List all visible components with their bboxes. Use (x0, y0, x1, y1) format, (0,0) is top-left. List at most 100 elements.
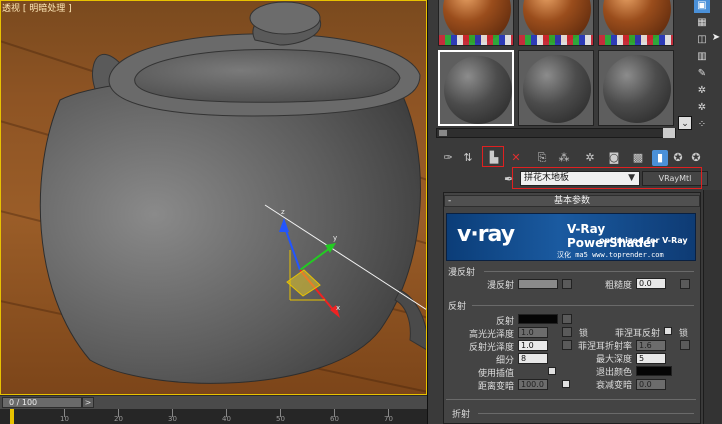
sample-slot-2[interactable] (518, 0, 594, 46)
uv-tiling-icon[interactable]: ▥ (694, 49, 710, 64)
diffuse-group-title: 漫反射 (448, 268, 476, 278)
refl-gloss-spinner[interactable]: 1.0 (518, 340, 548, 351)
banner-credit: 汉化 ma5 www.toprender.com (557, 251, 664, 259)
time-next-button[interactable]: > (82, 397, 94, 408)
sample-slot-1[interactable] (438, 0, 514, 46)
fresnel-ior-spinner[interactable]: 1.6 (636, 340, 666, 351)
sample-slot-6[interactable] (598, 50, 674, 126)
subdivs-spinner[interactable]: 8 (518, 353, 548, 364)
go-forward-sibling-icon[interactable]: ✪ (688, 150, 704, 166)
highlight-box (512, 167, 702, 189)
highlight-box (482, 146, 504, 167)
group-divider (484, 271, 694, 272)
reflect-map-button[interactable] (562, 314, 572, 324)
track-bar-ruler[interactable]: 10 20 30 40 50 60 70 (0, 409, 427, 424)
diffuse-map-button[interactable] (562, 279, 572, 289)
roughness-spinner[interactable]: 0.0 (636, 278, 666, 289)
video-check-icon[interactable]: ✎ (694, 66, 710, 81)
background-icon[interactable]: ◫ (694, 32, 710, 47)
go-to-parent-icon[interactable]: ✪ (670, 150, 686, 166)
teapot-model[interactable]: z y x (0, 0, 427, 395)
backlight-icon[interactable]: ▦ (694, 15, 710, 30)
put-to-scene-icon[interactable]: ⇅ (460, 150, 476, 166)
make-unique-icon[interactable]: ⁂ (556, 150, 572, 166)
svg-text:z: z (281, 208, 285, 216)
reflection-group-title: 反射 (448, 302, 467, 312)
hilight-gloss-spinner[interactable]: 1.0 (518, 327, 548, 338)
rollout-title: 基本参数 (553, 196, 590, 206)
dim-distance-label: 距离变暗 (477, 382, 514, 392)
sample-type-icon[interactable]: ▣ (694, 0, 710, 13)
use-interp-checkbox[interactable] (548, 367, 556, 375)
dim-distance-spinner[interactable]: 100.0 (518, 379, 548, 390)
time-slider-bar: 0 / 100 > (0, 395, 427, 409)
ruler-label: 20 (114, 415, 123, 423)
vray-banner: v·ray V-Ray PowerShader optimized for V-… (446, 213, 696, 261)
exit-color-swatch[interactable] (636, 366, 672, 376)
refl-gloss-value: 1.0 (521, 341, 534, 350)
sample-sphere (523, 55, 591, 123)
scroll-right-button[interactable] (663, 128, 675, 138)
roughness-map-button[interactable] (680, 279, 690, 289)
put-to-library-icon[interactable]: ✲ (582, 150, 598, 166)
dim-distance-checkbox[interactable] (562, 380, 570, 388)
dim-falloff-spinner[interactable]: 0.0 (636, 379, 666, 390)
dim-falloff-label: 衰减变暗 (595, 381, 632, 391)
select-by-material-icon[interactable]: ⁘ (694, 117, 710, 132)
roughness-label: 粗糙度 (604, 281, 632, 291)
get-material-icon[interactable]: ✑ (440, 150, 456, 166)
fresnel-ior-map-button[interactable] (680, 340, 690, 350)
ruler-label: 70 (384, 415, 393, 423)
refraction-group-title: 折射 (452, 410, 471, 420)
svg-text:y: y (333, 234, 337, 242)
group-divider (446, 399, 696, 400)
hilight-gloss-map-button[interactable] (562, 327, 572, 337)
chevron-down-icon[interactable]: ⌄ (678, 116, 692, 130)
sample-slot-5[interactable] (518, 50, 594, 126)
options-icon[interactable]: ✲ (694, 100, 710, 115)
scroll-thumb[interactable] (439, 130, 447, 136)
svg-text:x: x (336, 304, 340, 312)
ruler-label: 10 (60, 415, 69, 423)
roughness-value: 0.0 (639, 279, 652, 288)
use-interp-label: 使用插值 (477, 369, 514, 379)
show-end-result-icon[interactable]: ▮ (652, 150, 668, 166)
dim-distance-value: 100.0 (521, 380, 544, 389)
ruler-label: 60 (330, 415, 339, 423)
material-toolbar: ✑ ⇅ ▙ ✕ ⎘ ⁂ ✲ ◙ ▩ ▮ ✪ ✪ (436, 148, 701, 168)
ruler-label: 40 (222, 415, 231, 423)
reflect-color-swatch[interactable] (518, 314, 558, 324)
diffuse-color-swatch[interactable] (518, 279, 558, 289)
diffuse-label: 漫反射 (486, 281, 514, 291)
banner-subtitle: optimized for V-Ray (599, 236, 688, 245)
hilight-gloss-label: 高光光泽度 (468, 330, 514, 340)
sample-slot-3[interactable] (598, 0, 674, 46)
fresnel-ior-label: 菲涅耳折射率 (577, 342, 632, 352)
sample-sphere (444, 56, 512, 124)
subdivs-value: 8 (521, 354, 527, 363)
show-map-in-viewport-icon[interactable]: ▩ (630, 150, 646, 166)
frame-cursor[interactable] (10, 409, 14, 424)
subdivs-label: 细分 (495, 356, 514, 366)
vray-logo: v·ray (457, 222, 515, 247)
viewport-label[interactable]: 透视 [ 明暗处理 ] (2, 1, 72, 14)
fresnel-lock-label: 锁 (678, 329, 688, 339)
rollout-basic-params[interactable]: - 基本参数 (444, 195, 700, 207)
slots-scrollbar[interactable] (436, 128, 676, 138)
refl-gloss-label: 反射光泽度 (468, 343, 514, 353)
panel-scrollbar[interactable] (703, 190, 722, 424)
sample-slot-4[interactable] (438, 50, 514, 126)
material-effects-channel-icon[interactable]: ◙ (606, 150, 622, 166)
reset-map-icon[interactable]: ✕ (508, 150, 524, 166)
fresnel-ior-value: 1.6 (639, 341, 652, 350)
make-preview-icon[interactable]: ✲ (694, 83, 710, 98)
hilight-gloss-value: 1.0 (521, 328, 534, 337)
max-depth-spinner[interactable]: 5 (636, 353, 666, 364)
max-depth-label: 最大深度 (595, 355, 632, 365)
group-divider (478, 413, 694, 414)
copy-material-icon[interactable]: ⎘ (534, 150, 550, 166)
fresnel-checkbox[interactable] (664, 327, 672, 335)
parameters-rollouts[interactable]: - 基本参数 v·ray V-Ray PowerShader optimized… (443, 192, 701, 424)
time-slider[interactable]: 0 / 100 (2, 397, 82, 408)
perspective-viewport[interactable]: z y x 透视 [ 明暗处理 ] (0, 0, 427, 395)
